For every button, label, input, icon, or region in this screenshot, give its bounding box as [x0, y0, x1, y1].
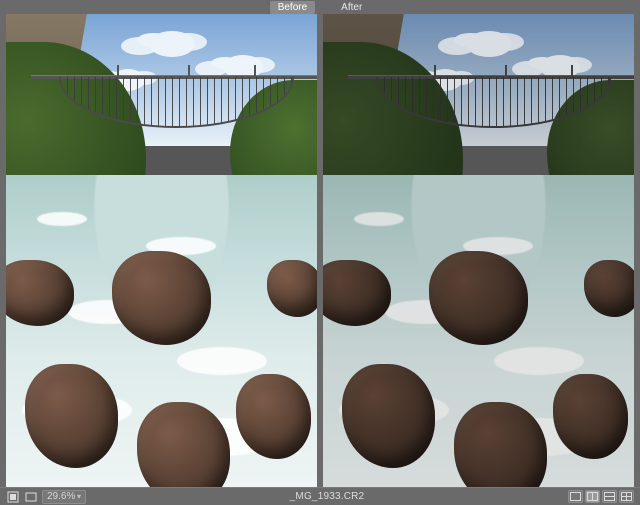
zoom-select[interactable]: 29.6% ▾ [42, 490, 86, 504]
toggle-preview-icon [7, 491, 19, 503]
chevron-down-icon: ▾ [77, 492, 81, 501]
preview-split-view [0, 14, 640, 487]
preview-before-pane[interactable] [6, 14, 317, 487]
preview-image-after [323, 14, 634, 487]
view-split-tb-icon [604, 492, 615, 501]
before-after-label-strip: Before After [0, 0, 640, 14]
filename-label: _MG_1933.CR2 [90, 491, 564, 502]
preview-after-pane[interactable] [323, 14, 634, 487]
view-mode-split-lr-button[interactable] [585, 490, 600, 503]
fullscreen-icon [25, 491, 37, 503]
fullscreen-button[interactable] [24, 490, 38, 504]
view-mode-swap-button[interactable] [619, 490, 634, 503]
before-label: Before [270, 1, 315, 14]
view-split-lr-icon [587, 492, 598, 501]
view-mode-group [568, 490, 634, 503]
preview-divider[interactable] [319, 14, 321, 487]
view-mode-split-tb-button[interactable] [602, 490, 617, 503]
view-mode-single-button[interactable] [568, 490, 583, 503]
preview-image-before [6, 14, 317, 487]
view-swap-icon [621, 492, 632, 501]
toggle-preview-button[interactable] [6, 490, 20, 504]
zoom-value: 29.6% [47, 491, 75, 502]
after-label: After [333, 1, 370, 14]
view-single-icon [570, 492, 581, 501]
footer-bar: 29.6% ▾ _MG_1933.CR2 [0, 487, 640, 505]
